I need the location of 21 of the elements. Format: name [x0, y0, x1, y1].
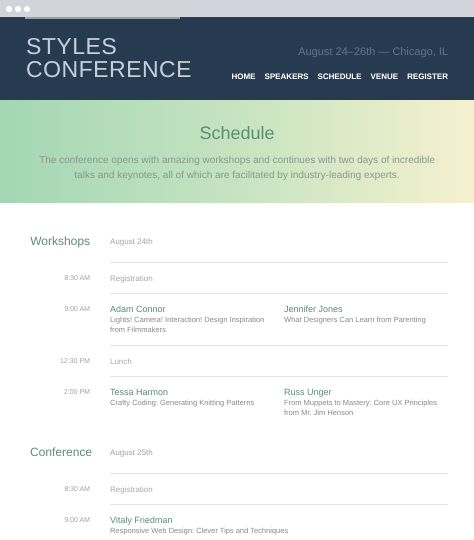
speaker-name: Vitaly Friedman	[110, 515, 174, 526]
site-title: STYLES CONFERENCE	[26, 35, 192, 84]
speaker-name: Jennifer Jones	[284, 304, 344, 315]
speaker-name: Tessa Harmon	[110, 387, 170, 398]
nav-link[interactable]: VENUE	[370, 70, 398, 82]
hero-title: Schedule	[199, 122, 275, 145]
section-title: Conference	[30, 445, 90, 460]
section-title: Workshops	[30, 234, 90, 249]
schedule-note: Lunch	[110, 356, 133, 367]
hero-text: The conference opens with amazing workshops and continues with two days of incredible talks and keynotes, all of which are facilitated by industry-leading experts.	[38, 154, 436, 183]
nav-link[interactable]: SPEAKERS	[264, 70, 309, 82]
event-date: August 24–26th — Chicago, IL	[298, 45, 448, 60]
speaker-name: Russ Unger	[284, 387, 333, 398]
schedule-note: Registration	[110, 273, 154, 284]
section-date: August 25th	[110, 447, 153, 459]
schedule-note: Registration	[110, 484, 154, 495]
nav-link[interactable]: SCHEDULE	[318, 70, 362, 82]
speaker-name: Adam Connor	[110, 304, 167, 315]
section-date: August 24th	[110, 236, 153, 248]
nav-link[interactable]: HOME	[232, 70, 256, 82]
nav-link[interactable]: REGISTER	[407, 70, 448, 82]
